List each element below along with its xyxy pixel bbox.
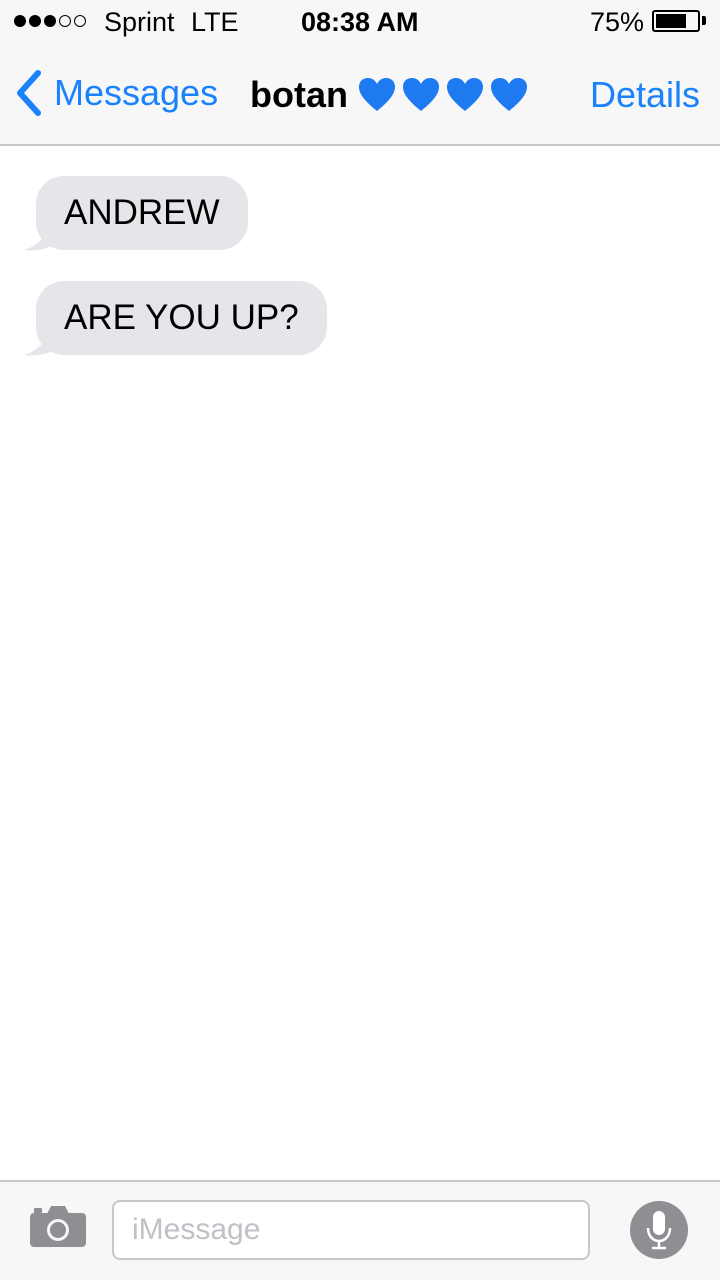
signal-dot [44,15,56,27]
battery-level [656,14,686,28]
signal-dot [14,15,26,27]
message-input-bar [0,1180,720,1280]
carrier-name: Sprint [104,7,175,37]
incoming-message-bubble[interactable]: ANDREW [36,176,248,250]
signal-dot [29,15,41,27]
chevron-left-icon [14,69,44,117]
incoming-message-bubble[interactable]: ARE YOU UP? [36,281,327,355]
signal-strength-icon [14,15,86,27]
microphone-button[interactable] [630,1201,688,1259]
signal-dot [59,15,71,27]
microphone-icon [646,1211,672,1250]
battery-percentage: 75% [590,7,645,37]
blue-heart-icon [490,77,528,113]
back-button-label: Messages [54,72,219,113]
message-input[interactable] [112,1200,590,1260]
blue-heart-icon [358,77,396,113]
contact-name: botan [250,74,348,115]
battery-tip [702,16,706,25]
conversation-title: botan [250,74,528,116]
status-time: 08:38 AM [301,7,419,37]
camera-icon [30,1206,86,1247]
details-button[interactable]: Details [590,74,700,116]
back-button[interactable]: Messages [14,68,218,118]
camera-button[interactable] [29,1204,87,1253]
contact-emoji [358,77,528,113]
blue-heart-icon [402,77,440,113]
signal-dot [74,15,86,27]
message-text: ARE YOU UP? [64,298,299,337]
navigation-bar: Messages botan Details [0,46,720,146]
battery-icon [652,10,700,32]
network-type: LTE [191,7,239,37]
blue-heart-icon [446,77,484,113]
status-bar: Sprint LTE 08:38 AM 75% [0,0,720,46]
message-text: ANDREW [64,193,220,232]
